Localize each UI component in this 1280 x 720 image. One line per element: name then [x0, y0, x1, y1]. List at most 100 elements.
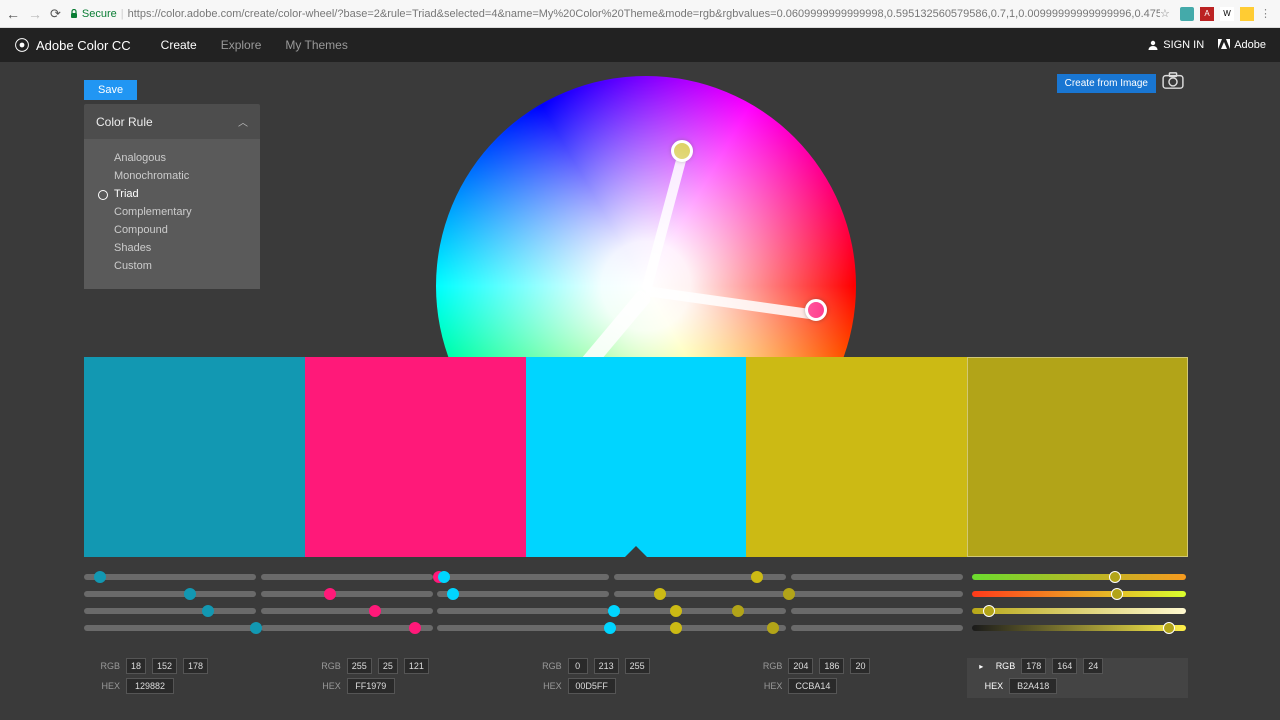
slider-track[interactable]: [614, 625, 786, 631]
value-column-1: RGB25525121HEXFF1979: [305, 658, 526, 698]
rule-monochromatic[interactable]: Monochromatic: [98, 167, 246, 185]
rule-triad[interactable]: Triad: [98, 185, 246, 203]
slider-handle[interactable]: [983, 605, 995, 617]
rgb-line: RGB0213255: [538, 658, 735, 674]
slider-handle[interactable]: [202, 605, 214, 617]
rule-custom[interactable]: Custom: [98, 257, 246, 275]
slider-track[interactable]: [437, 574, 609, 580]
slider-handle[interactable]: [604, 622, 616, 634]
rule-compound[interactable]: Compound: [98, 221, 246, 239]
slider-handle[interactable]: [670, 605, 682, 617]
adobe-link[interactable]: Adobe: [1218, 39, 1266, 51]
hex-input[interactable]: 129882: [126, 678, 174, 694]
extension-icons: ☆ A W ⋮: [1160, 7, 1274, 21]
reload-icon[interactable]: ⟳: [50, 6, 61, 22]
slider-track[interactable]: [437, 608, 609, 614]
gradient-track[interactable]: [972, 608, 1186, 614]
slider-track[interactable]: [84, 591, 256, 597]
g-input[interactable]: 25: [378, 658, 398, 674]
g-input[interactable]: 213: [594, 658, 619, 674]
r-input[interactable]: 0: [568, 658, 588, 674]
b-input[interactable]: 121: [404, 658, 429, 674]
b-input[interactable]: 24: [1083, 658, 1103, 674]
create-from-image-button[interactable]: Create from Image: [1057, 74, 1156, 93]
slider-handle[interactable]: [409, 622, 421, 634]
b-input[interactable]: 20: [850, 658, 870, 674]
rgb-line: ▸RGB17816424: [979, 658, 1176, 674]
hex-input[interactable]: CCBA14: [788, 678, 837, 694]
r-input[interactable]: 204: [788, 658, 813, 674]
slider-handle[interactable]: [767, 622, 779, 634]
gradient-track[interactable]: [972, 591, 1186, 597]
rgb-label: RGB: [991, 661, 1015, 671]
slider-track[interactable]: [614, 608, 786, 614]
wheel-handle[interactable]: [805, 299, 827, 321]
slider-track[interactable]: [791, 591, 963, 597]
slider-handle[interactable]: [654, 588, 666, 600]
slider-handle[interactable]: [1109, 571, 1121, 583]
swatch-1[interactable]: [305, 357, 526, 557]
slider-handle[interactable]: [447, 588, 459, 600]
g-input[interactable]: 164: [1052, 658, 1077, 674]
save-button[interactable]: Save: [84, 80, 137, 100]
slider-handle[interactable]: [94, 571, 106, 583]
wheel-handle[interactable]: [671, 140, 693, 162]
slider-track[interactable]: [261, 591, 433, 597]
forward-icon[interactable]: →: [28, 6, 42, 22]
swatch-0[interactable]: [84, 357, 305, 557]
slider-handle[interactable]: [184, 588, 196, 600]
slider-track[interactable]: [261, 608, 433, 614]
slider-track[interactable]: [614, 591, 786, 597]
g-input[interactable]: 152: [152, 658, 177, 674]
slider-track[interactable]: [261, 625, 433, 631]
sign-in-button[interactable]: SIGN IN: [1147, 39, 1204, 51]
hex-input[interactable]: B2A418: [1009, 678, 1057, 694]
swatch-3[interactable]: [746, 357, 967, 557]
rgb-line: RGB25525121: [317, 658, 514, 674]
back-icon[interactable]: ←: [6, 6, 20, 22]
slider-handle[interactable]: [751, 571, 763, 583]
slider-handle[interactable]: [369, 605, 381, 617]
nav-explore[interactable]: Explore: [221, 38, 262, 52]
color-rule-header[interactable]: Color Rule ︿: [84, 104, 260, 139]
r-input[interactable]: 255: [347, 658, 372, 674]
hex-input[interactable]: FF1979: [347, 678, 395, 694]
slider-track[interactable]: [84, 574, 256, 580]
nav-my-themes[interactable]: My Themes: [285, 38, 347, 52]
slider-handle[interactable]: [1111, 588, 1123, 600]
slider-handle[interactable]: [438, 571, 450, 583]
slider-track[interactable]: [791, 574, 963, 580]
slider-handle[interactable]: [670, 622, 682, 634]
slider-handle[interactable]: [608, 605, 620, 617]
rule-analogous[interactable]: Analogous: [98, 149, 246, 167]
nav-create[interactable]: Create: [161, 38, 197, 52]
slider-track[interactable]: [791, 625, 963, 631]
slider-handle[interactable]: [783, 588, 795, 600]
g-input[interactable]: 186: [819, 658, 844, 674]
slider-track[interactable]: [437, 625, 609, 631]
slider-handle[interactable]: [1163, 622, 1175, 634]
slider-track[interactable]: [437, 591, 609, 597]
app-logo[interactable]: Adobe Color CC: [14, 37, 131, 53]
slider-handle[interactable]: [732, 605, 744, 617]
slider-handle[interactable]: [250, 622, 262, 634]
gradient-track[interactable]: [972, 574, 1186, 580]
r-input[interactable]: 178: [1021, 658, 1046, 674]
wheel-arm: [641, 154, 687, 292]
slider-track[interactable]: [84, 625, 256, 631]
camera-icon[interactable]: [1162, 72, 1184, 90]
gradient-track[interactable]: [972, 625, 1186, 631]
slider-track[interactable]: [791, 608, 963, 614]
slider-track[interactable]: [261, 574, 433, 580]
rule-shades[interactable]: Shades: [98, 239, 246, 257]
hex-input[interactable]: 00D5FF: [568, 678, 616, 694]
b-input[interactable]: 178: [183, 658, 208, 674]
b-input[interactable]: 255: [625, 658, 650, 674]
swatch-2[interactable]: [526, 357, 747, 557]
r-input[interactable]: 18: [126, 658, 146, 674]
rule-complementary[interactable]: Complementary: [98, 203, 246, 221]
swatch-4[interactable]: [967, 357, 1188, 557]
slider-handle[interactable]: [324, 588, 336, 600]
url-text[interactable]: https://color.adobe.com/create/color-whe…: [128, 8, 1160, 20]
slider-track[interactable]: [84, 608, 256, 614]
